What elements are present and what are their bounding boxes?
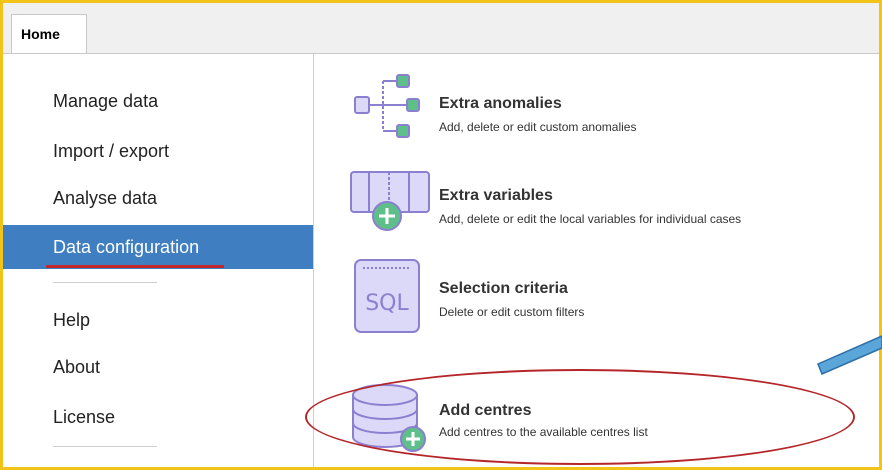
sidebar-item-label: License bbox=[53, 406, 116, 427]
sidebar-item-label: About bbox=[53, 356, 101, 377]
item-title: Add centres bbox=[439, 402, 532, 419]
selection-criteria-item[interactable]: SQL Selection criteria Delete or edit cu… bbox=[314, 256, 879, 333]
extra-anomalies-item[interactable]: Extra anomalies Add, delete or edit cust… bbox=[314, 69, 879, 141]
sidebar-item-manage-data[interactable]: Manage data bbox=[3, 79, 313, 123]
database-add-icon bbox=[349, 377, 431, 452]
app-window: Home Manage data Import / export Analyse… bbox=[0, 0, 882, 470]
sidebar-item-license[interactable]: License bbox=[3, 395, 313, 439]
sidebar-item-help[interactable]: Help bbox=[3, 298, 313, 342]
table-columns-add-icon bbox=[349, 166, 431, 238]
extra-variables-item[interactable]: Extra variables Add, delete or edit the … bbox=[314, 166, 879, 238]
svg-text:SQL: SQL bbox=[365, 291, 409, 316]
item-description: Add centres to the available centres lis… bbox=[439, 425, 648, 439]
sidebar-item-data-configuration[interactable]: Data configuration bbox=[3, 225, 313, 269]
sidebar-item-analyse-data[interactable]: Analyse data bbox=[3, 176, 313, 220]
sidebar-item-import-export[interactable]: Import / export bbox=[3, 129, 313, 173]
tree-structure-icon bbox=[349, 69, 431, 141]
sql-icon: SQL bbox=[349, 256, 431, 333]
annotation-underline bbox=[46, 265, 224, 268]
sidebar-item-label: Analyse data bbox=[53, 187, 158, 208]
sidebar-divider bbox=[53, 446, 157, 447]
tab-home-label: Home bbox=[21, 26, 60, 42]
sidebar: Manage data Import / export Analyse data… bbox=[3, 54, 314, 467]
tab-bar: Home bbox=[3, 3, 879, 54]
sidebar-item-label: Manage data bbox=[53, 90, 159, 111]
item-description: Add, delete or edit the local variables … bbox=[439, 212, 742, 226]
sidebar-item-label: Import / export bbox=[53, 140, 170, 161]
tab-home[interactable]: Home bbox=[11, 14, 87, 53]
annotation-arrow bbox=[817, 335, 882, 375]
sidebar-item-label: Help bbox=[53, 309, 91, 330]
add-centres-item[interactable]: Add centres Add centres to the available… bbox=[314, 377, 879, 452]
sidebar-item-label: Data configuration bbox=[53, 236, 200, 257]
item-description: Delete or edit custom filters bbox=[439, 305, 585, 319]
sidebar-item-about[interactable]: About bbox=[3, 345, 313, 389]
item-description: Add, delete or edit custom anomalies bbox=[439, 120, 637, 134]
item-title: Extra anomalies bbox=[439, 95, 562, 112]
item-title: Selection criteria bbox=[439, 280, 568, 297]
item-title: Extra variables bbox=[439, 187, 553, 204]
sidebar-divider bbox=[53, 282, 157, 283]
main-panel: Extra anomalies Add, delete or edit cust… bbox=[314, 54, 879, 467]
